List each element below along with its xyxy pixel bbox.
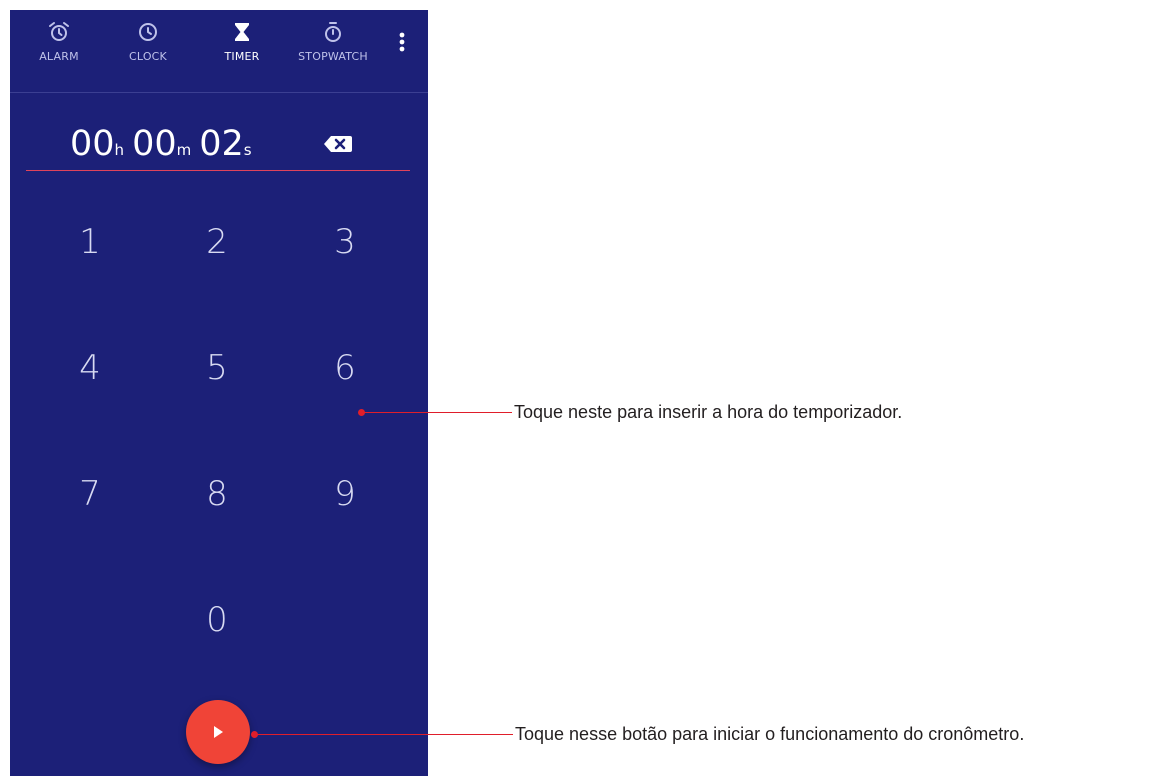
callout-line-start	[255, 734, 513, 735]
backspace-icon[interactable]	[322, 132, 354, 156]
key-2[interactable]: 2	[167, 202, 267, 282]
key-9[interactable]: 9	[295, 454, 395, 534]
more-vert-icon[interactable]	[392, 30, 412, 54]
minutes-unit: m	[176, 141, 192, 159]
tab-stopwatch[interactable]: STOPWATCH	[288, 20, 378, 86]
key-5[interactable]: 5	[167, 328, 267, 408]
timer-screen: ALARM CLOCK TIMER STOPWATCH 00h 00m 02s …	[10, 10, 428, 776]
tab-clock[interactable]: CLOCK	[103, 20, 193, 86]
hours-unit: h	[114, 141, 125, 159]
tab-bar: ALARM CLOCK TIMER STOPWATCH	[10, 10, 428, 93]
tab-timer[interactable]: TIMER	[197, 20, 287, 86]
play-icon	[214, 726, 223, 738]
tab-clock-label: CLOCK	[129, 50, 167, 63]
tab-alarm-label: ALARM	[39, 50, 79, 63]
seconds-value: 02	[199, 124, 244, 164]
key-6[interactable]: 6	[295, 328, 395, 408]
callout-text-keypad: Toque neste para inserir a hora do tempo…	[514, 402, 903, 422]
key-8[interactable]: 8	[167, 454, 267, 534]
tab-stopwatch-label: STOPWATCH	[298, 50, 368, 63]
tab-alarm[interactable]: ALARM	[14, 20, 104, 86]
seconds-unit: s	[243, 141, 252, 159]
key-1[interactable]: 1	[40, 202, 140, 282]
hourglass-icon	[235, 23, 249, 41]
start-button[interactable]	[186, 700, 250, 764]
callout-line-keypad	[362, 412, 512, 413]
key-0[interactable]: 0	[167, 580, 267, 660]
clock-icon	[139, 23, 157, 41]
alarm-clock-icon	[49, 22, 69, 41]
tab-timer-label: TIMER	[224, 50, 260, 63]
minutes-value: 00	[132, 124, 177, 164]
stopwatch-icon	[325, 22, 341, 42]
callout-text-start: Toque nesse botão para iniciar o funcion…	[515, 724, 1025, 744]
key-4[interactable]: 4	[40, 328, 140, 408]
hours-value: 00	[70, 124, 115, 164]
key-7[interactable]: 7	[40, 454, 140, 534]
timer-display: 00h 00m 02s	[26, 106, 410, 171]
timer-value: 00h 00m 02s	[70, 124, 252, 164]
key-3[interactable]: 3	[295, 202, 395, 282]
